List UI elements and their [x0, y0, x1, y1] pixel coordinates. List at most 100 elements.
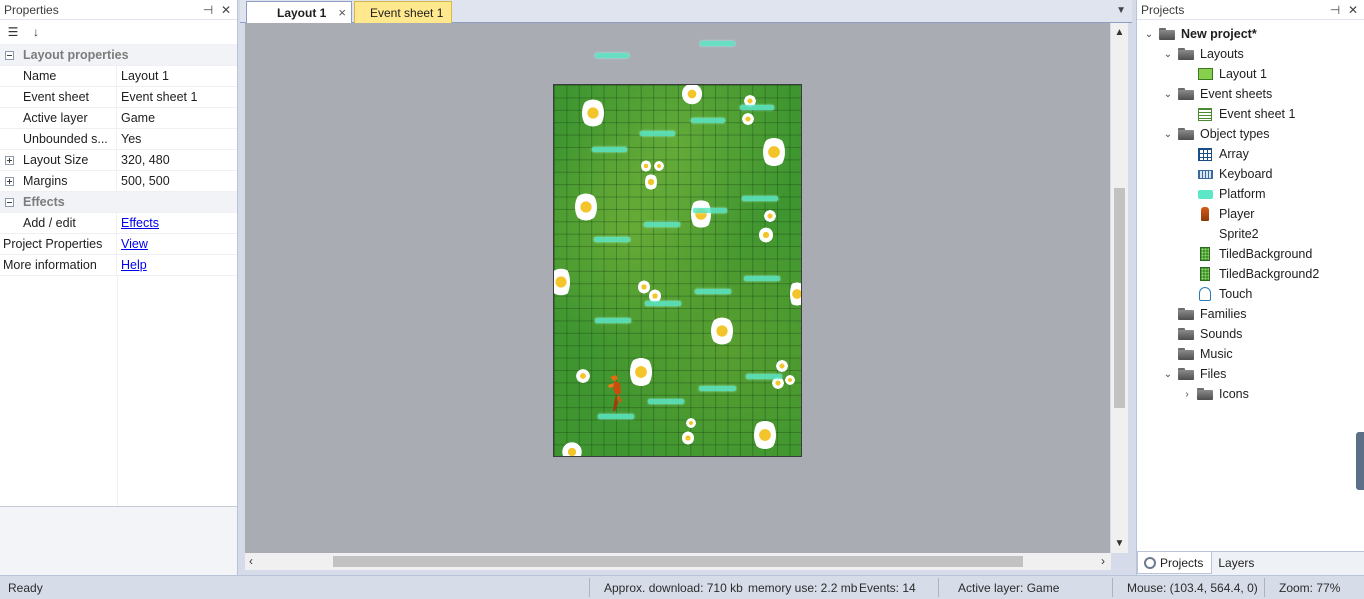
tree-item-sounds[interactable]: Sounds	[1174, 324, 1242, 344]
chevron-down-icon[interactable]: ⌄	[1162, 369, 1174, 380]
chevron-down-icon[interactable]: ⌄	[1143, 29, 1155, 40]
expand-icon[interactable]	[4, 176, 14, 186]
scroll-thumb[interactable]	[333, 556, 1023, 567]
sort-alphabetical-icon[interactable]: ↓	[27, 23, 45, 41]
scroll-left-icon[interactable]: ‹	[249, 554, 253, 568]
platform-instance[interactable]	[640, 131, 675, 136]
platform-instance[interactable]	[740, 105, 774, 110]
platform-instance[interactable]	[691, 118, 725, 123]
platform-instance[interactable]	[592, 147, 627, 152]
tree-label: Layouts	[1200, 47, 1244, 61]
tree-item-project[interactable]: ⌄ New project*	[1143, 24, 1257, 44]
daisy-decoration	[682, 85, 702, 105]
daisy-decoration	[754, 418, 776, 452]
view-link[interactable]: View	[121, 237, 148, 251]
chevron-down-icon[interactable]: ⌄	[1162, 129, 1174, 140]
property-value[interactable]: Yes	[117, 129, 237, 149]
tab-event-sheet-1[interactable]: Event sheet 1	[354, 1, 452, 23]
close-icon[interactable]: ✕	[1346, 3, 1360, 17]
tree-item-layouts[interactable]: ⌄ Layouts	[1162, 44, 1244, 64]
collapse-icon[interactable]	[4, 197, 14, 207]
property-row-layout-size[interactable]: Layout Size 320, 480	[0, 150, 237, 171]
tree-item-families[interactable]: Families	[1174, 304, 1247, 324]
property-value[interactable]: Layout 1	[117, 66, 237, 86]
tab-projects[interactable]: Projects	[1137, 552, 1213, 574]
close-tab-icon[interactable]: ×	[338, 5, 346, 20]
help-link[interactable]: Help	[121, 258, 147, 272]
scroll-thumb[interactable]	[1114, 188, 1125, 408]
property-row-more-information[interactable]: More information Help	[0, 255, 237, 276]
category-layout-properties[interactable]: Layout properties	[0, 45, 237, 66]
platform-instance[interactable]	[594, 237, 630, 242]
platform-instance[interactable]	[746, 374, 782, 379]
property-value[interactable]: Game	[117, 108, 237, 128]
category-effects[interactable]: Effects	[0, 192, 237, 213]
tree-item-tiledbackground[interactable]: TiledBackground	[1193, 244, 1312, 264]
property-row-project-properties[interactable]: Project Properties View	[0, 234, 237, 255]
tree-item-platform[interactable]: Platform	[1193, 184, 1266, 204]
folder-icon	[1178, 348, 1194, 360]
property-value[interactable]: Event sheet 1	[117, 87, 237, 107]
platform-instance[interactable]	[645, 301, 681, 306]
pin-icon[interactable]: ⊣	[1328, 3, 1342, 17]
tab-layout-1[interactable]: Layout 1 ×	[246, 1, 352, 23]
tree-item-event-sheet-1[interactable]: Event sheet 1	[1193, 104, 1295, 124]
tree-item-icons[interactable]: › Icons	[1181, 384, 1249, 404]
scroll-up-icon[interactable]: ▲	[1111, 27, 1128, 38]
chevron-down-icon[interactable]: ⌄	[1162, 89, 1174, 100]
side-panel-grip[interactable]	[1356, 432, 1364, 490]
property-row-active-layer[interactable]: Active layer Game	[0, 108, 237, 129]
effects-link[interactable]: Effects	[121, 216, 159, 230]
platform-instance[interactable]	[644, 222, 680, 227]
chevron-down-icon[interactable]: ▼	[1116, 5, 1126, 16]
tab-label: Layers	[1218, 556, 1255, 570]
tree-item-object-types[interactable]: ⌄ Object types	[1162, 124, 1270, 144]
tree-item-touch[interactable]: Touch	[1193, 284, 1252, 304]
platform-instance[interactable]	[598, 414, 634, 419]
property-row-unbounded-scrolling[interactable]: Unbounded s... Yes	[0, 129, 237, 150]
chevron-down-icon[interactable]: ⌄	[1162, 49, 1174, 60]
platform-instance[interactable]	[742, 196, 778, 201]
scroll-down-icon[interactable]: ▼	[1111, 538, 1128, 549]
chevron-right-icon[interactable]: ›	[1181, 389, 1193, 400]
folder-open-icon	[1178, 368, 1194, 380]
platform-instance[interactable]	[744, 276, 780, 281]
daisy-decoration	[785, 375, 795, 385]
vertical-scrollbar[interactable]: ▲ ▼	[1111, 23, 1128, 553]
pin-icon[interactable]: ⊣	[201, 3, 215, 17]
close-icon[interactable]: ✕	[219, 3, 233, 17]
status-ready: Ready	[8, 581, 43, 595]
tree-item-keyboard[interactable]: Keyboard	[1193, 164, 1273, 184]
horizontal-scrollbar[interactable]: ‹ ›	[245, 553, 1111, 570]
tree-item-event-sheets[interactable]: ⌄ Event sheets	[1162, 84, 1272, 104]
array-icon	[1198, 147, 1212, 161]
tree-item-player[interactable]: Player	[1193, 204, 1254, 224]
platform-instance[interactable]	[595, 318, 631, 323]
categorized-view-icon[interactable]: ☰	[4, 23, 22, 41]
tree-item-music[interactable]: Music	[1174, 344, 1233, 364]
property-row-event-sheet[interactable]: Event sheet Event sheet 1	[0, 87, 237, 108]
expand-icon[interactable]	[4, 155, 14, 165]
tree-item-layout-1[interactable]: Layout 1	[1193, 64, 1267, 84]
platform-instance[interactable]	[700, 41, 735, 46]
platform-instance[interactable]	[595, 53, 629, 58]
tree-item-sprite2[interactable]: Sprite2	[1193, 224, 1259, 244]
layout-viewport[interactable]	[245, 23, 1110, 553]
platform-instance[interactable]	[693, 208, 727, 213]
collapse-icon[interactable]	[4, 50, 14, 60]
property-row-margins[interactable]: Margins 500, 500	[0, 171, 237, 192]
player-sprite[interactable]	[606, 373, 626, 413]
property-value[interactable]: 500, 500	[117, 171, 237, 191]
layout-canvas[interactable]	[553, 84, 802, 457]
property-row-effects[interactable]: Add / edit Effects	[0, 213, 237, 234]
property-value[interactable]: 320, 480	[117, 150, 237, 170]
tree-item-tiledbackground2[interactable]: TiledBackground2	[1193, 264, 1319, 284]
tree-item-array[interactable]: Array	[1193, 144, 1249, 164]
property-row-name[interactable]: Name Layout 1	[0, 66, 237, 87]
platform-instance[interactable]	[695, 289, 731, 294]
tab-layers[interactable]: Layers	[1212, 552, 1262, 574]
platform-instance[interactable]	[648, 399, 684, 404]
tree-item-files[interactable]: ⌄ Files	[1162, 364, 1227, 384]
scroll-right-icon[interactable]: ›	[1101, 554, 1105, 568]
platform-instance[interactable]	[699, 386, 736, 391]
